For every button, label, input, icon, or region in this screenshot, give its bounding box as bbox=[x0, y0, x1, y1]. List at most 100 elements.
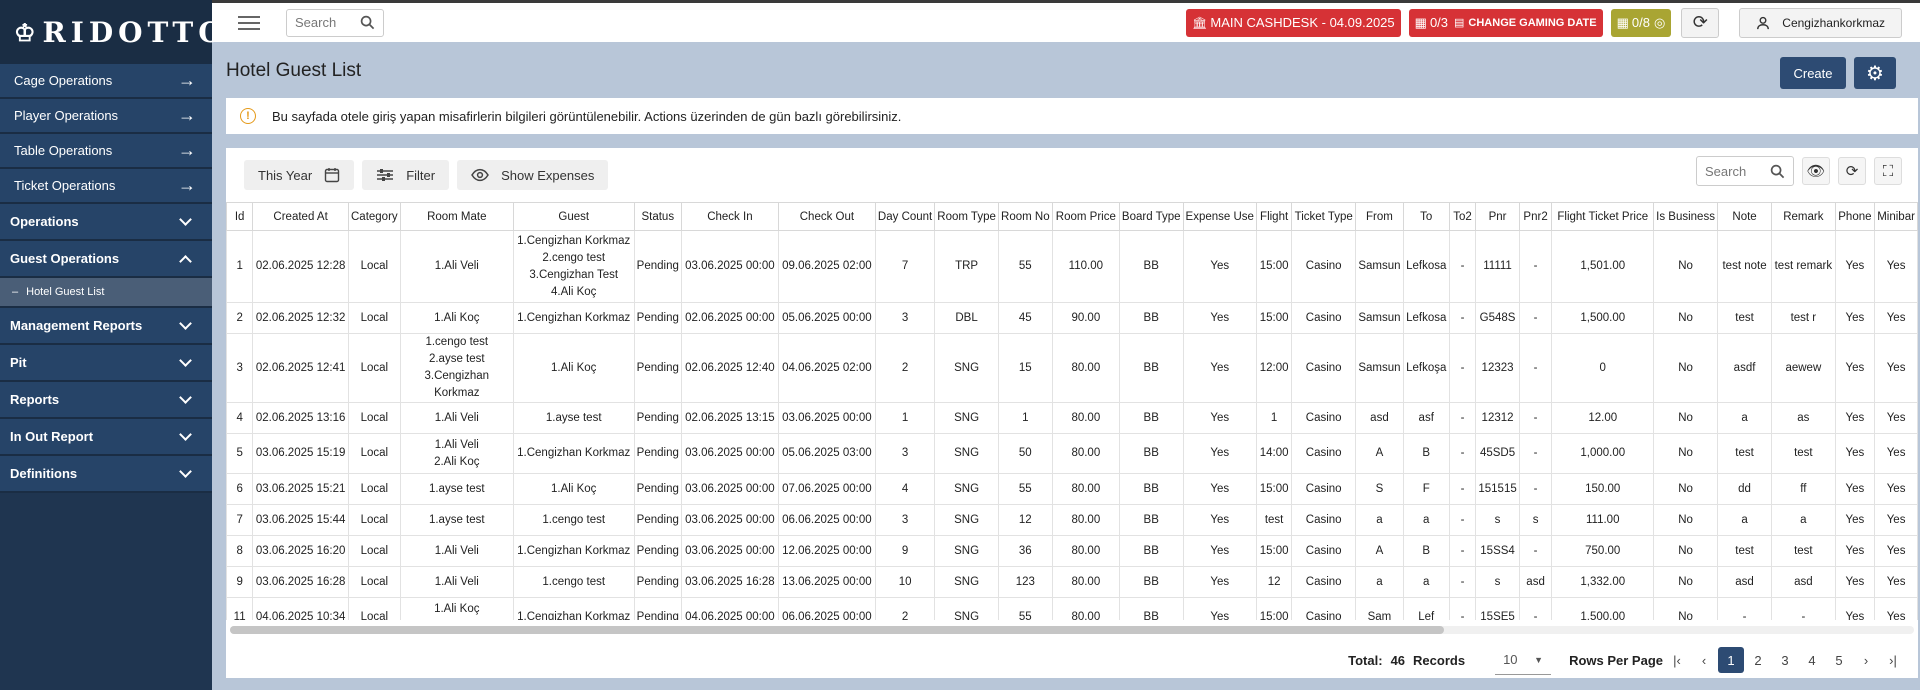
column-header[interactable]: Status bbox=[633, 202, 682, 231]
column-visibility-eye-icon[interactable]: 👁 bbox=[1802, 157, 1830, 185]
table-cell: test bbox=[1717, 302, 1773, 334]
sidebar-item-pit[interactable]: Pit bbox=[0, 345, 212, 382]
column-header[interactable]: Is Business bbox=[1653, 202, 1719, 231]
sidebar-item-guest-operations[interactable]: Guest Operations bbox=[0, 241, 212, 278]
table-cell: 04.06.2025 02:00 bbox=[777, 333, 876, 403]
table-cell: No bbox=[1653, 473, 1719, 505]
page-number-button[interactable]: 5 bbox=[1826, 647, 1852, 673]
page-number-button[interactable]: 1 bbox=[1718, 647, 1744, 673]
create-button[interactable]: Create bbox=[1780, 57, 1846, 89]
column-header[interactable]: Room No bbox=[997, 202, 1053, 231]
cell-line: 1.Cengizhan Korkmaz bbox=[517, 234, 631, 247]
sidebar-item-cage-operations[interactable]: Cage Operations → bbox=[0, 64, 212, 99]
sidebar-item-in-out-report[interactable]: In Out Report bbox=[0, 419, 212, 456]
column-header[interactable]: From bbox=[1355, 202, 1404, 231]
table-cell: Local bbox=[347, 566, 401, 598]
sidebar-item-management-reports[interactable]: Management Reports bbox=[0, 308, 212, 345]
column-header[interactable]: Guest bbox=[512, 202, 635, 231]
column-header[interactable]: Check In bbox=[680, 202, 779, 231]
next-page-icon[interactable]: › bbox=[1853, 647, 1879, 673]
table-cell: s bbox=[1475, 504, 1520, 536]
table-row[interactable]: 8 03.06.2025 16:20 Local 1.Ali Veli 1.Cengiz… bbox=[226, 535, 1918, 567]
table-row[interactable]: 4 02.06.2025 13:16 Local 1.Ali Veli 1.ayse t… bbox=[226, 402, 1918, 434]
column-header[interactable]: Room Price bbox=[1051, 202, 1120, 231]
table-cell: 04.06.2025 00:00 bbox=[680, 597, 779, 620]
table-row[interactable]: 6 03.06.2025 15:21 Local 1.ayse test 1.Ali K… bbox=[226, 473, 1918, 505]
column-header[interactable]: To bbox=[1402, 202, 1450, 231]
column-header[interactable]: Id bbox=[226, 202, 254, 231]
table-cell: - bbox=[1518, 535, 1553, 567]
first-page-icon[interactable]: |‹ bbox=[1664, 647, 1690, 673]
table-cell: 1.ayse test bbox=[399, 504, 514, 536]
show-expenses-button[interactable]: Show Expenses bbox=[457, 160, 609, 190]
sidebar-item-player-operations[interactable]: Player Operations → bbox=[0, 99, 212, 134]
table-cell: 750.00 bbox=[1551, 535, 1655, 567]
page-number-button[interactable]: 4 bbox=[1799, 647, 1825, 673]
table-row[interactable]: 7 03.06.2025 15:44 Local 1.ayse test 1.cengo… bbox=[226, 504, 1918, 536]
table-cell: 02.06.2025 13:16 bbox=[252, 402, 349, 434]
table-cell: 03.06.2025 16:20 bbox=[252, 535, 349, 567]
column-header[interactable]: Flight Ticket Price bbox=[1551, 202, 1655, 231]
sidebar-subitem-hotel-guest-list[interactable]: – Hotel Guest List bbox=[0, 278, 212, 308]
column-header[interactable]: Created At bbox=[252, 202, 349, 231]
column-header[interactable]: Expense Use bbox=[1182, 202, 1257, 231]
column-header[interactable]: Category bbox=[347, 202, 401, 231]
refresh-icon[interactable]: ⟳ bbox=[1838, 157, 1866, 185]
sidebar-item-table-operations[interactable]: Table Operations → bbox=[0, 134, 212, 169]
menu-toggle-icon[interactable] bbox=[238, 15, 260, 30]
column-header[interactable]: Board Type bbox=[1118, 202, 1184, 231]
rows-per-page-select[interactable]: 10 ▼ bbox=[1495, 645, 1552, 675]
column-header[interactable]: Ticket Type bbox=[1291, 202, 1357, 231]
top-search-input[interactable]: Search bbox=[286, 8, 384, 37]
table-cell: Yes bbox=[1834, 402, 1876, 434]
table-cell: Pending bbox=[633, 535, 682, 567]
column-header[interactable]: Phone bbox=[1834, 202, 1876, 231]
column-header[interactable]: Pnr bbox=[1475, 202, 1520, 231]
settings-gear-icon[interactable]: ⚙ bbox=[1854, 57, 1896, 89]
table-cell: 02.06.2025 13:15 bbox=[680, 402, 779, 434]
table-row[interactable]: 3 02.06.2025 12:41 Local 1.cengo test 2.ayse… bbox=[226, 333, 1918, 403]
column-header[interactable]: Flight bbox=[1255, 202, 1293, 231]
table-row[interactable]: 5 03.06.2025 15:19 Local 1.Ali Veli 2.Ali Ko… bbox=[226, 433, 1918, 474]
user-menu-button[interactable]: Cengizhankorkmaz bbox=[1739, 7, 1902, 38]
table-row[interactable]: 1104.06.2025 10:34Local 1.Ali Koç 2.Ali Ve… bbox=[226, 597, 1918, 620]
cashdesk-button[interactable]: 🏛 MAIN CASHDESK - 04.09.2025 bbox=[1186, 8, 1401, 37]
filter-button[interactable]: Filter bbox=[362, 160, 450, 190]
column-header[interactable]: Check Out bbox=[777, 202, 876, 231]
sidebar-item-operations[interactable]: Operations bbox=[0, 204, 212, 241]
column-header[interactable]: Day Count bbox=[874, 202, 936, 231]
table-row[interactable]: 2 02.06.2025 12:32 Local 1.Ali Koç 1.Cengizh… bbox=[226, 302, 1918, 334]
year-filter-button[interactable]: This Year bbox=[244, 160, 355, 190]
table-cell: Yes bbox=[1834, 566, 1876, 598]
column-header[interactable]: Pnr2 bbox=[1518, 202, 1553, 231]
sync-icon[interactable]: ⟳ bbox=[1681, 7, 1720, 38]
table-search-input[interactable]: Search bbox=[1696, 156, 1794, 186]
brand-logo[interactable]: ♔RIDOTTOTM bbox=[0, 0, 239, 64]
chip-count-button[interactable]: ▦ 0/8 ◎ bbox=[1610, 8, 1672, 37]
column-header[interactable]: Room Type bbox=[934, 202, 999, 231]
sidebar-item-ticket-operations[interactable]: Ticket Operations → bbox=[0, 169, 212, 204]
fullscreen-icon[interactable]: ⛶ bbox=[1874, 157, 1902, 185]
column-header[interactable]: Remark bbox=[1771, 202, 1836, 231]
table-cell: 55 bbox=[997, 597, 1053, 620]
column-header[interactable]: To2 bbox=[1448, 202, 1477, 231]
gaming-date-button[interactable]: ▦ 0/3 ▤ CHANGE GAMING DATE bbox=[1408, 8, 1603, 37]
table-cell: 09.06.2025 02:00 bbox=[777, 230, 876, 303]
sidebar-item-definitions[interactable]: Definitions bbox=[0, 456, 212, 493]
horizontal-scrollbar[interactable] bbox=[230, 626, 1914, 634]
sidebar-item-reports[interactable]: Reports bbox=[0, 382, 212, 419]
scrollbar-thumb[interactable] bbox=[230, 626, 1444, 634]
table-row[interactable]: 1 02.06.2025 12:28 Local 1.Ali Veli 1.Cengiz… bbox=[226, 230, 1918, 303]
table-cell: 1.Ali Veli bbox=[399, 535, 514, 567]
column-header[interactable]: Note bbox=[1717, 202, 1773, 231]
column-header[interactable]: Room Mate bbox=[399, 202, 514, 231]
table-cell: 1.ayse test bbox=[512, 402, 635, 434]
page-number-button[interactable]: 2 bbox=[1745, 647, 1771, 673]
table-row[interactable]: 9 03.06.2025 16:28 Local 1.Ali Veli 1.cengo … bbox=[226, 566, 1918, 598]
column-header[interactable]: Minibar bbox=[1874, 202, 1918, 231]
page-number-button[interactable]: 3 bbox=[1772, 647, 1798, 673]
prev-page-icon[interactable]: ‹ bbox=[1691, 647, 1717, 673]
table-cell: 1.Ali Veli bbox=[399, 402, 514, 434]
cell-line: 2.cengo test bbox=[542, 251, 606, 264]
last-page-icon[interactable]: ›| bbox=[1880, 647, 1906, 673]
